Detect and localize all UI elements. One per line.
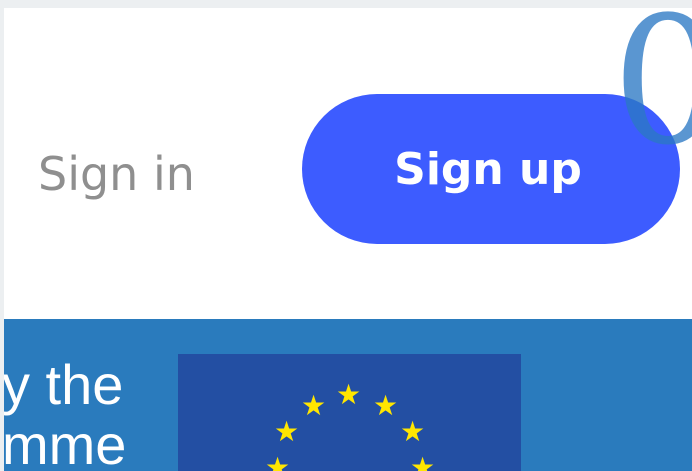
eu-star-icon: ★ — [400, 415, 426, 448]
eu-star-icon: ★ — [336, 378, 362, 411]
eu-flag-icon: ★ ★ ★ ★ ★ ★ ★ — [178, 354, 521, 471]
eu-star-icon: ★ — [410, 451, 436, 471]
sign-in-link[interactable]: Sign in — [38, 143, 195, 205]
sign-up-button[interactable]: Sign up — [302, 94, 680, 244]
eu-star-icon: ★ — [265, 451, 291, 471]
eu-star-icon: ★ — [301, 389, 327, 422]
site-header: Sign in Sign up — [4, 8, 692, 319]
funding-text-line-2: mme — [4, 413, 127, 471]
eu-star-icon: ★ — [373, 389, 399, 422]
sign-up-button-label: Sign up — [394, 143, 582, 195]
funding-text: y the mme — [4, 355, 126, 471]
eu-funding-banner: y the mme ★ ★ ★ ★ ★ ★ ★ — [4, 319, 692, 471]
funding-text-line-1: y the — [4, 353, 124, 416]
eu-star-icon: ★ — [274, 415, 300, 448]
